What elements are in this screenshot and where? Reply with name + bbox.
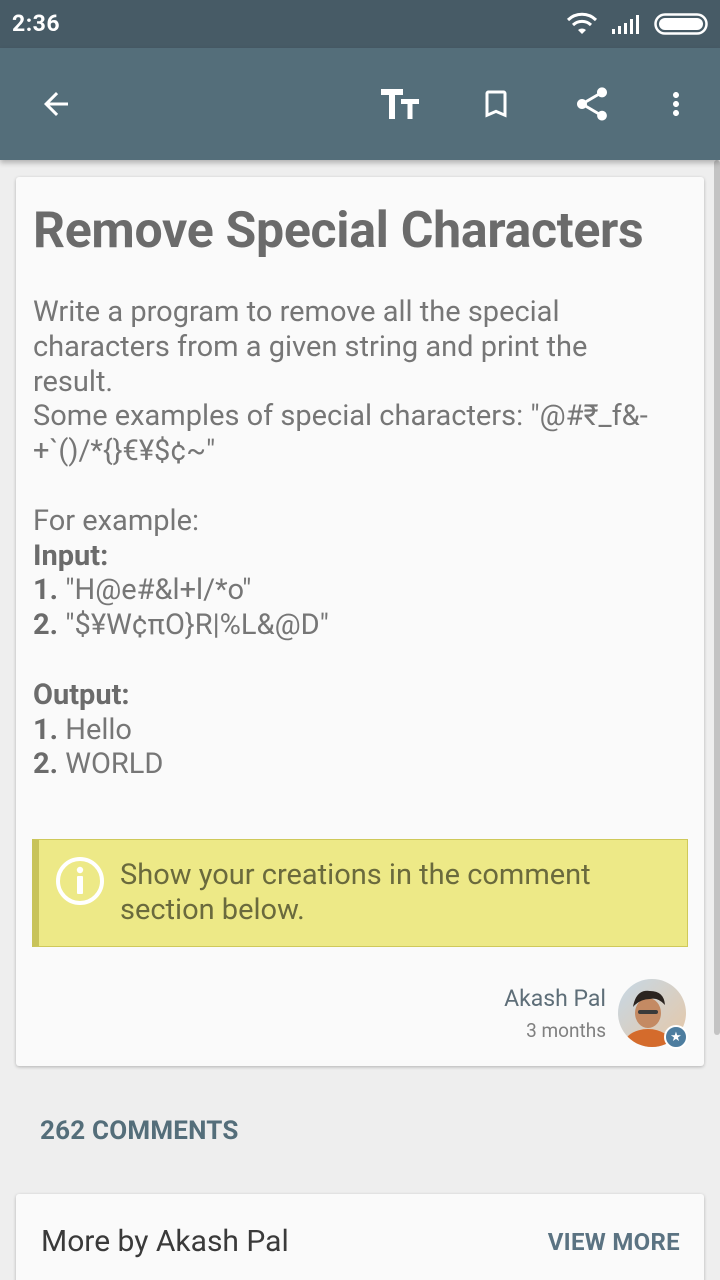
arrow-back-icon (44, 92, 68, 116)
more-by-title: More by Akash Pal (41, 1224, 289, 1259)
more-vert-icon (673, 92, 679, 116)
bookmark-button[interactable] (468, 76, 524, 132)
text-size-icon (381, 89, 419, 119)
info-icon (56, 857, 104, 905)
text-size-button[interactable] (372, 76, 428, 132)
avatar[interactable]: ★ (618, 979, 688, 1049)
status-icons (566, 10, 708, 38)
bookmark-icon (485, 90, 507, 118)
toolbar (0, 48, 720, 160)
input-heading: Input: (33, 538, 109, 573)
lesson-title: Remove Special Characters (33, 202, 644, 260)
output-heading: Output: (33, 677, 130, 712)
more-options-button[interactable] (648, 76, 704, 132)
intro-line: Write a program to remove all the specia… (33, 295, 560, 329)
lesson-body: Write a program to remove all the specia… (33, 295, 683, 782)
examples-line: Some examples of special characters: "@#… (33, 399, 648, 434)
more-by-card: More by Akash Pal VIEW MORE (16, 1194, 704, 1280)
share-button[interactable] (564, 76, 620, 132)
examples-line: +`()/*{}€¥$¢~" (33, 434, 216, 469)
info-note: Show your creations in the comment secti… (32, 839, 688, 947)
comments-link[interactable]: 262 COMMENTS (40, 1116, 239, 1146)
for-example-label: For example: (33, 503, 199, 538)
input-item: 1. "H@e#&l+l/*o" (33, 573, 252, 608)
intro-line: characters from a given string and print… (33, 329, 588, 364)
share-icon (577, 87, 607, 121)
battery-icon (654, 13, 708, 35)
output-item: 1. Hello (33, 712, 132, 747)
back-button[interactable] (28, 76, 84, 132)
status-time: 2:36 (12, 10, 61, 37)
signal-icon (612, 15, 639, 34)
star-badge-icon: ★ (664, 1025, 688, 1049)
intro-line: result. (33, 364, 114, 399)
scrollbar[interactable] (714, 160, 720, 1035)
post-age: 3 months (526, 1019, 606, 1042)
view-more-button[interactable]: VIEW MORE (548, 1228, 680, 1256)
output-item: 2. WORLD (33, 747, 164, 782)
status-bar: 2:36 (0, 0, 720, 48)
input-item: 2. "$¥W¢πO}R|%L&@D" (33, 608, 329, 643)
author-name[interactable]: Akash Pal (504, 985, 606, 1012)
wifi-icon (566, 12, 598, 34)
note-text: Show your creations in the comment secti… (120, 858, 591, 927)
lesson-card: Remove Special Characters Write a progra… (16, 177, 704, 1066)
